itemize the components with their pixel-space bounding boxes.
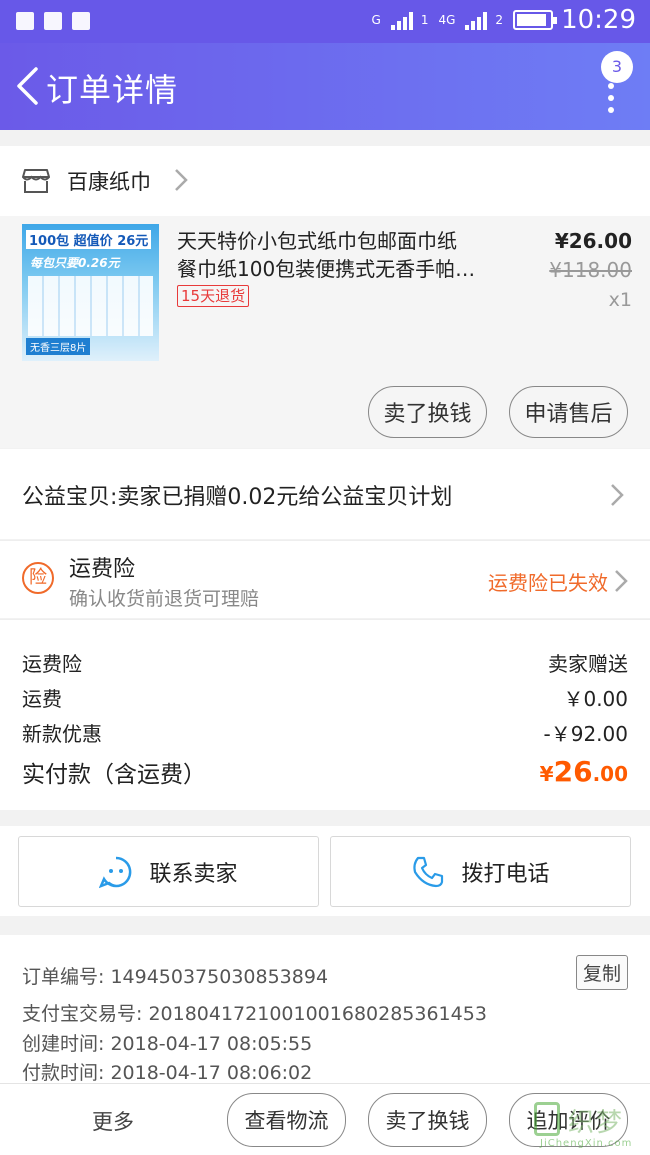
page-title: 订单详情: [46, 71, 179, 109]
sell-again-button[interactable]: 卖了换钱: [368, 1093, 487, 1147]
insurance-subtitle: 确认收货前退货可理赔: [69, 588, 260, 610]
product-original-price: ¥118.00: [549, 258, 632, 282]
tissue-packs-graphic: [28, 276, 153, 336]
fee-summary: 运费险 卖家赠送 运费 ￥0.00 新款优惠 -￥92.00 实付款（含运费） …: [0, 619, 650, 810]
insurance-icon: 险: [22, 562, 54, 594]
back-arrow-icon[interactable]: [14, 66, 40, 106]
app-notification-icon-2: [72, 12, 90, 30]
total-label: 实付款（含运费）: [22, 762, 206, 788]
notification-icons: [16, 12, 90, 30]
contact-seller-button[interactable]: 联系卖家: [18, 836, 319, 907]
fee-row-insurance: 运费险 卖家赠送: [22, 648, 628, 677]
fee-label: 新款优惠: [22, 722, 102, 746]
shop-row[interactable]: 百康纸巾: [0, 146, 650, 216]
network-type-2: 4G: [438, 13, 456, 27]
fee-value: ￥0.00: [563, 687, 628, 711]
clock: 10:29: [561, 5, 636, 35]
signal-1-icon: [390, 10, 413, 30]
chevron-right-icon: [611, 484, 624, 506]
sim-2-label: 2: [495, 13, 504, 27]
signal-2-icon: [465, 10, 488, 30]
watermark: 织梦 JiChengXin.com: [534, 1102, 648, 1152]
shipping-insurance-row[interactable]: 险 运费险 确认收货前退货可理赔 运费险已失效: [0, 540, 650, 618]
paid-time: 付款时间: 2018-04-17 08:06:02: [22, 1062, 313, 1084]
total-row: 实付款（含运费） ¥26.00: [22, 755, 628, 789]
total-decimal: .00: [592, 762, 628, 786]
fee-value: 卖家赠送: [548, 652, 628, 676]
sell-button[interactable]: 卖了换钱: [368, 386, 487, 438]
fee-row-discount: 新款优惠 -￥92.00: [22, 718, 628, 747]
insurance-title: 运费险: [69, 557, 136, 582]
alipay-number: 支付宝交易号: 2018041721001001680285361453: [22, 1003, 487, 1025]
network-type-1: G: [371, 13, 381, 27]
view-logistics-button[interactable]: 查看物流: [227, 1093, 346, 1147]
total-currency: ¥: [539, 762, 554, 786]
aftersale-button[interactable]: 申请售后: [509, 386, 628, 438]
status-right: G 1 4G 2 10:29: [372, 5, 636, 35]
charity-text: 公益宝贝:卖家已捐赠0.02元给公益宝贝计划: [22, 485, 453, 510]
contact-section: 联系卖家 拨打电话: [0, 826, 650, 916]
chevron-right-icon: [175, 169, 188, 191]
watermark-url: JiChengXin.com: [540, 1138, 633, 1149]
product-image-footer: 无香三层8片: [26, 338, 91, 355]
watermark-logo-icon: [534, 1102, 560, 1136]
call-label: 拨打电话: [461, 861, 550, 887]
product-price: ¥26.00: [554, 229, 632, 253]
product-title[interactable]: 天天特价小包式纸巾包邮面巾纸 餐巾纸100包装便携式无香手帕…: [177, 227, 497, 283]
fee-label: 运费险: [22, 652, 82, 676]
fee-label: 运费: [22, 687, 62, 711]
phone-icon: [413, 856, 444, 887]
total-integer: 26: [553, 755, 593, 788]
more-menu-icon[interactable]: [608, 79, 616, 119]
product-image[interactable]: 100包 超值价 26元 每包只要0.26元 无香三层8片: [22, 224, 159, 361]
call-button[interactable]: 拨打电话: [330, 836, 631, 907]
watermark-text: 织梦: [568, 1108, 625, 1138]
product-title-line-1: 天天特价小包式纸巾包邮面巾纸: [177, 229, 457, 253]
order-info: 订单编号: 149450375030853894 复制 支付宝交易号: 2018…: [0, 935, 650, 1085]
shop-name: 百康纸巾: [67, 170, 151, 194]
battery-icon: [513, 10, 558, 30]
sim-1-label: 1: [420, 13, 429, 27]
fee-row-shipping: 运费 ￥0.00: [22, 683, 628, 712]
more-button[interactable]: 更多: [92, 1106, 134, 1136]
image-notification-icon: [44, 12, 62, 30]
refund-tag: 15天退货: [177, 285, 250, 307]
product-title-line-2: 餐巾纸100包装便携式无香手帕…: [177, 257, 476, 281]
total-amount: ¥26.00: [540, 755, 628, 789]
contact-seller-label: 联系卖家: [149, 861, 238, 887]
fee-value: -￥92.00: [543, 722, 628, 746]
app-notification-icon: [16, 12, 34, 30]
created-time: 创建时间: 2018-04-17 08:05:55: [22, 1033, 313, 1055]
order-number: 订单编号: 149450375030853894: [22, 966, 329, 988]
notification-badge: 3: [601, 51, 633, 83]
chat-bubble-icon: [99, 856, 132, 888]
charity-row[interactable]: 公益宝贝:卖家已捐赠0.02元给公益宝贝计划: [0, 449, 650, 539]
status-bar: G 1 4G 2 10:29: [0, 0, 650, 43]
product-card: 100包 超值价 26元 每包只要0.26元 无香三层8片 天天特价小包式纸巾包…: [0, 216, 650, 448]
product-image-sub: 每包只要0.26元: [30, 256, 120, 270]
product-image-headline: 100包 超值价 26元: [26, 230, 152, 249]
header: 订单详情 3: [0, 43, 650, 130]
insurance-status: 运费险已失效: [488, 571, 608, 595]
chevron-right-icon: [615, 570, 628, 592]
product-quantity: x1: [608, 289, 632, 311]
copy-button[interactable]: 复制: [575, 955, 628, 990]
store-icon: [22, 169, 50, 193]
